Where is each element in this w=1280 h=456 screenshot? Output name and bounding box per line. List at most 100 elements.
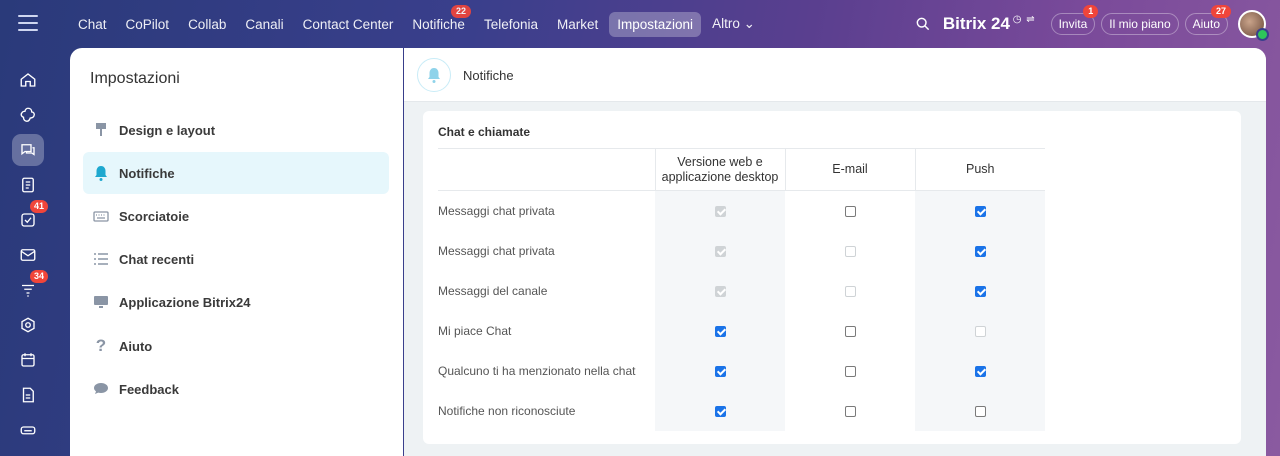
cell-web [655, 310, 785, 351]
nav-copilot[interactable]: CoPilot [118, 12, 178, 37]
feed-icon[interactable]: 34 [12, 270, 48, 306]
nav-contact-center[interactable]: Contact Center [295, 12, 402, 37]
cell-email [785, 351, 915, 391]
web-checkbox [714, 285, 726, 297]
cell-email [785, 391, 915, 431]
cell-email [785, 231, 915, 271]
settings-title: Impostazioni [90, 70, 180, 87]
table-row: Mi piace Chat [438, 310, 1045, 351]
cell-web [655, 350, 785, 391]
cell-web [655, 270, 785, 311]
chat-bubble-icon [93, 381, 109, 397]
email-checkbox[interactable] [844, 325, 856, 337]
notifications-table: Versione web e applicazione desktop E-ma… [438, 148, 1045, 431]
push-checkbox[interactable] [974, 365, 986, 377]
email-checkbox[interactable] [844, 206, 856, 218]
web-checkbox [714, 206, 726, 218]
table-row: Messaggi del canale [438, 270, 1045, 311]
column-header-push: Push [914, 148, 1045, 191]
cell-push [915, 270, 1045, 311]
web-checkbox[interactable] [714, 405, 726, 417]
page-title: Notifiche [463, 68, 514, 83]
cell-push [915, 190, 1045, 231]
nav-telefonia[interactable]: Telefonia [476, 12, 546, 37]
settings-sidebar: Impostazioni Design e layout Notifiche S… [70, 48, 403, 456]
top-navigation: Chat CoPilot Collab Canali Contact Cente… [70, 0, 1280, 48]
question-icon: ? [95, 336, 107, 355]
mail-icon[interactable] [12, 239, 44, 271]
invite-button[interactable]: Invita 1 [1050, 5, 1099, 35]
nav-market[interactable]: Market [549, 12, 606, 37]
documents-icon[interactable] [12, 169, 44, 201]
brush-icon [93, 122, 109, 138]
cell-push [915, 310, 1045, 351]
content-header: Notifiche [404, 48, 1266, 102]
menu-scorciatoie[interactable]: Scorciatoie [83, 195, 389, 237]
row-label: Messaggi chat privata [438, 203, 555, 218]
web-checkbox[interactable] [714, 365, 726, 377]
content-area: Notifiche Chat e chiamate Versione web e… [404, 48, 1266, 456]
email-checkbox[interactable] [844, 365, 856, 377]
row-label: Mi piace Chat [438, 323, 512, 338]
search-icon[interactable] [915, 16, 931, 32]
nav-altro[interactable]: Altro ⌄ [704, 11, 763, 37]
monitor-icon [93, 294, 109, 310]
nav-notifiche[interactable]: Notifiche 22 [404, 4, 473, 37]
email-checkbox[interactable] [844, 405, 856, 417]
menu-aiuto[interactable]: ? Aiuto [83, 325, 389, 367]
clock-icon: ◷ [1009, 14, 1022, 25]
web-checkbox[interactable] [714, 325, 726, 337]
cell-web [655, 390, 785, 431]
column-header-email: E-mail [784, 148, 915, 191]
brand-logo[interactable]: Bitrix 24 ◷ ⇌ [943, 14, 1035, 34]
nav-impostazioni[interactable]: Impostazioni [609, 11, 702, 37]
cell-web [655, 230, 785, 271]
row-label: Qualcuno ti ha menzionato nella chat [438, 363, 636, 378]
push-checkbox [974, 325, 986, 337]
bell-icon [93, 165, 109, 181]
row-label: Messaggi chat privata [438, 243, 555, 258]
help-button[interactable]: Aiuto 27 [1184, 5, 1231, 35]
menu-feedback[interactable]: Feedback [83, 368, 389, 410]
invite-badge: 1 [1083, 5, 1099, 18]
copilot-icon[interactable] [12, 99, 44, 131]
file-icon[interactable] [12, 379, 44, 411]
chat-icon[interactable] [12, 134, 44, 166]
section-title: Chat e chiamate [438, 125, 531, 139]
keyboard-icon [93, 208, 109, 224]
notifications-card: Chat e chiamate Versione web e applicazi… [423, 111, 1241, 444]
menu-design-layout[interactable]: Design e layout [83, 109, 389, 151]
nav-canali[interactable]: Canali [237, 12, 291, 37]
notifications-badge: 22 [450, 4, 471, 18]
menu-chat-recenti[interactable]: Chat recenti [83, 238, 389, 280]
left-rail: 41 34 [0, 0, 56, 456]
push-checkbox[interactable] [974, 405, 986, 417]
tasks-icon[interactable]: 41 [12, 200, 48, 236]
online-status-icon [1256, 28, 1269, 41]
calendar-icon[interactable] [12, 344, 44, 376]
column-header-web: Versione web e applicazione desktop [654, 148, 785, 191]
nav-chat[interactable]: Chat [70, 12, 115, 37]
nav-collab[interactable]: Collab [180, 12, 234, 37]
home-icon[interactable] [12, 64, 44, 96]
hexagon-icon[interactable] [12, 309, 44, 341]
menu-applicazione[interactable]: Applicazione Bitrix24 [83, 281, 389, 323]
list-icon [93, 251, 109, 267]
email-checkbox [844, 285, 856, 297]
drive-icon[interactable] [12, 414, 44, 446]
avatar[interactable] [1238, 10, 1269, 41]
table-row: Messaggi chat privata [438, 230, 1045, 271]
menu-icon[interactable] [18, 15, 38, 31]
push-checkbox[interactable] [974, 285, 986, 297]
cell-email [785, 191, 915, 231]
table-row: Notifiche non riconosciute [438, 390, 1045, 431]
my-plan-button[interactable]: Il mio piano [1101, 13, 1179, 35]
table-row: Qualcuno ti ha menzionato nella chat [438, 350, 1045, 391]
menu-notifiche[interactable]: Notifiche [83, 152, 389, 194]
column-header-empty [438, 148, 655, 191]
feed-badge: 34 [29, 270, 48, 283]
row-label: Messaggi del canale [438, 283, 548, 298]
bell-icon [417, 58, 451, 92]
push-checkbox[interactable] [974, 245, 986, 257]
push-checkbox[interactable] [974, 206, 986, 218]
